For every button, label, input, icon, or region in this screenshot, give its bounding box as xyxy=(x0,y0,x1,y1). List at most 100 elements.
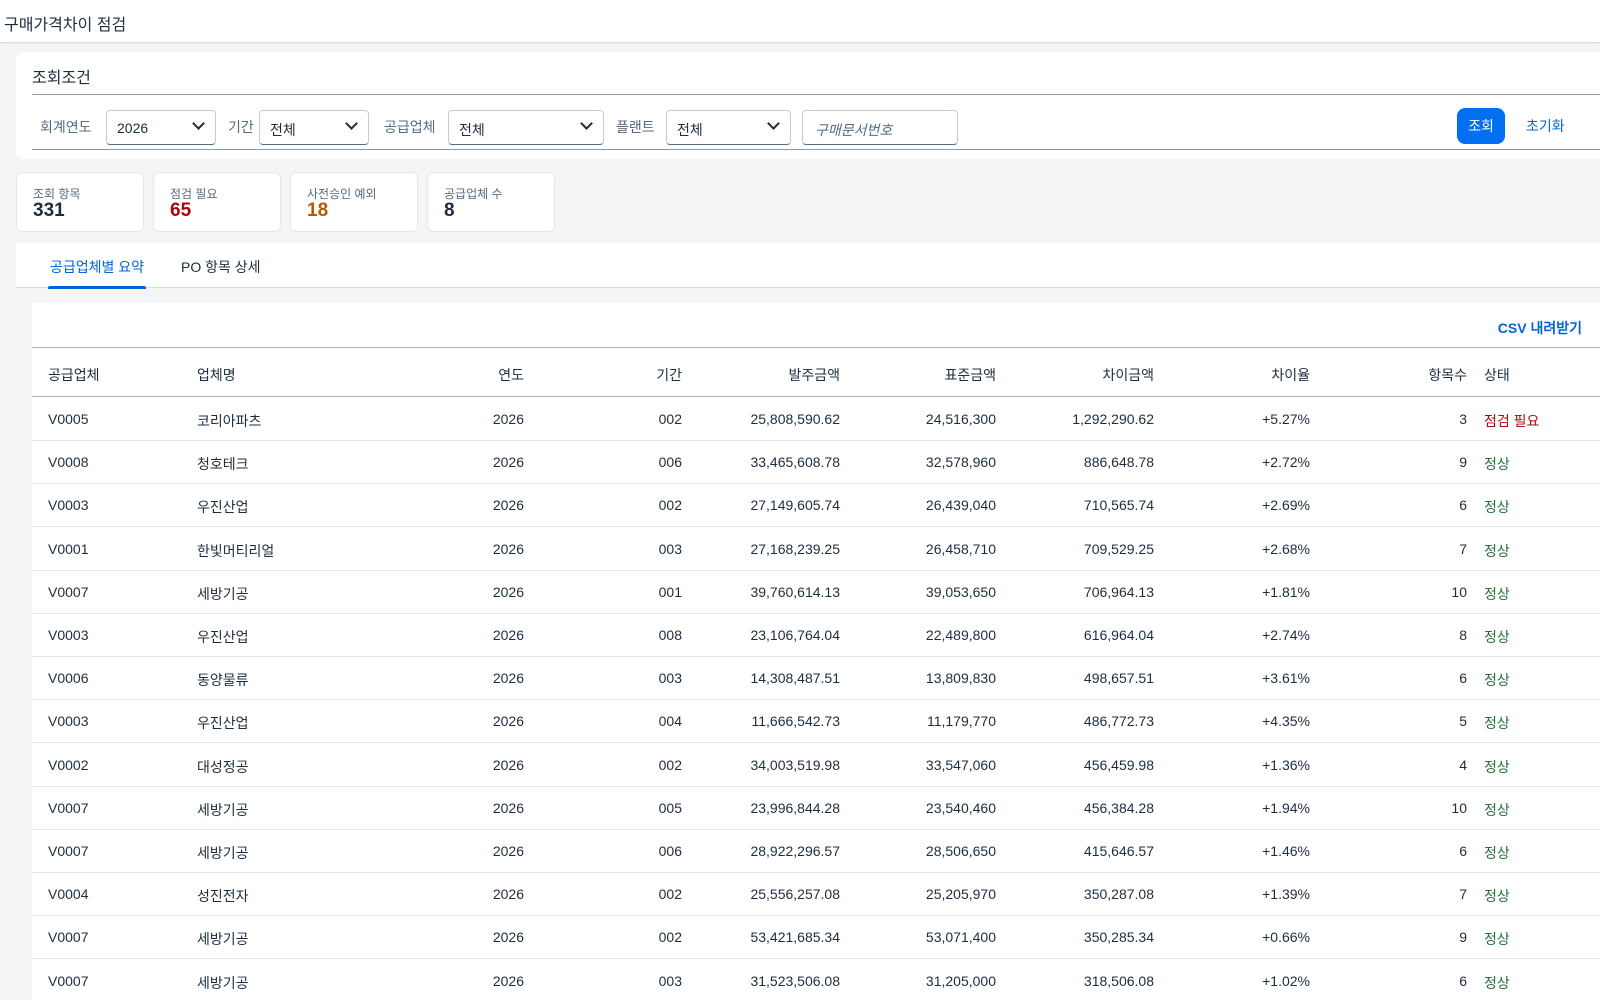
cell-supplier-name: 코리아파츠 xyxy=(197,413,262,429)
kpi-card-supplier-count: 공급업체 수 8 xyxy=(427,172,555,232)
cell-item-count: 9 xyxy=(1459,454,1467,471)
cell-item-count: 7 xyxy=(1459,540,1467,557)
cell-item-count: 5 xyxy=(1459,713,1467,730)
column-header-year[interactable]: 연도 xyxy=(444,365,524,385)
app-title: 구매가격차이 점검 xyxy=(4,17,127,34)
search-button[interactable]: 조회 xyxy=(1457,108,1505,144)
cell-supplier: V0003 xyxy=(48,713,89,730)
filter-panel-title: 조회조건 xyxy=(32,70,91,87)
cell-period: 003 xyxy=(658,540,682,557)
cell-variance-rate: +2.72% xyxy=(1262,454,1310,471)
supplier-summary-table: CSV 내려받기 공급업체 업체명 연도 기간 발주금액 표준금액 차이금액 차… xyxy=(32,303,1600,1000)
cell-supplier: V0007 xyxy=(48,799,89,816)
column-header-supplier-name[interactable]: 업체명 xyxy=(197,365,236,385)
table-row[interactable]: V0007 세방기공 2026 003 31,523,506.08 31,205,000 3… xyxy=(32,959,1600,1000)
table-row[interactable]: V0007 세방기공 2026 006 28,922,296.57 28,506,650 4… xyxy=(32,829,1600,873)
cell-supplier-name: 우진산업 xyxy=(197,629,249,645)
table-row[interactable]: V0004 성진전자 2026 002 25,556,257.08 25,205,970 3… xyxy=(32,872,1600,917)
fiscal-year-select[interactable]: 2026 xyxy=(106,110,216,145)
cell-po-amount: 27,149,605.74 xyxy=(750,497,840,514)
kpi-card-preapproved-exceptions: 사전승인 예외 18 xyxy=(290,172,418,232)
plant-value: 전체 xyxy=(677,122,703,138)
cell-item-count: 6 xyxy=(1459,843,1467,859)
cell-supplier-name: 대성정공 xyxy=(197,758,249,775)
cell-item-count: 3 xyxy=(1459,411,1467,427)
cell-supplier-name: 세방기공 xyxy=(197,974,249,991)
chevron-down-icon xyxy=(345,117,358,130)
cell-variance-amount: 706,964.13 xyxy=(1083,583,1154,600)
cell-variance-amount: 616,964.04 xyxy=(1083,627,1154,643)
table-row[interactable]: V0001 한빛머티리얼 2026 003 27,168,239.25 26,458,71… xyxy=(32,527,1600,571)
cell-year: 2026 xyxy=(492,454,524,471)
cell-supplier: V0001 xyxy=(48,540,89,557)
cell-po-amount: 14,308,487.51 xyxy=(750,670,840,687)
cell-supplier-name: 동양물류 xyxy=(197,672,249,689)
table-row[interactable]: V0002 대성정공 2026 002 34,003,519.98 33,547,060 4… xyxy=(32,743,1600,787)
cell-year: 2026 xyxy=(492,886,524,903)
cell-variance-amount: 456,384.28 xyxy=(1083,799,1154,816)
cell-standard-amount: 24,516,300 xyxy=(925,411,996,427)
column-header-standard-amount[interactable]: 표준금액 xyxy=(832,365,996,385)
cell-po-amount: 31,523,506.08 xyxy=(750,972,840,989)
cell-standard-amount: 22,489,800 xyxy=(925,627,996,643)
cell-status: 정상 xyxy=(1484,672,1510,689)
supplier-value: 전체 xyxy=(459,122,485,138)
cell-variance-rate: +4.35% xyxy=(1262,713,1310,730)
cell-variance-rate: +1.81% xyxy=(1262,583,1310,600)
table-row[interactable]: V0003 우진산업 2026 008 23,106,764.04 22,489,800 6… xyxy=(32,613,1600,657)
table-row[interactable]: V0007 세방기공 2026 001 39,760,614.13 39,053,650 7… xyxy=(32,570,1600,614)
cell-supplier: V0007 xyxy=(48,929,89,946)
cell-year: 2026 xyxy=(492,497,524,514)
cell-standard-amount: 26,439,040 xyxy=(925,497,996,514)
table-row[interactable]: V0007 세방기공 2026 002 53,421,685.34 53,071,400 3… xyxy=(32,915,1600,960)
cell-item-count: 10 xyxy=(1451,583,1467,600)
cell-item-count: 4 xyxy=(1459,756,1467,773)
table-header: 공급업체 업체명 연도 기간 발주금액 표준금액 차이금액 차이율 항목수 상태 xyxy=(32,347,1600,397)
cell-status: 정상 xyxy=(1484,974,1510,991)
po-number-input[interactable]: 구매문서번호 xyxy=(802,110,958,145)
supplier-label: 공급업체 xyxy=(384,119,436,135)
cell-period: 003 xyxy=(658,670,682,687)
cell-supplier: V0005 xyxy=(48,411,89,427)
cell-period: 002 xyxy=(658,497,682,514)
cell-variance-amount: 350,287.08 xyxy=(1083,886,1154,903)
cell-year: 2026 xyxy=(492,799,524,816)
column-header-supplier[interactable]: 공급업체 xyxy=(48,365,100,385)
cell-po-amount: 25,556,257.08 xyxy=(750,886,840,903)
cell-period: 002 xyxy=(658,411,682,427)
table-row[interactable]: V0003 우진산업 2026 004 11,666,542.73 11,179,770 4… xyxy=(32,699,1600,744)
table-row[interactable]: V0007 세방기공 2026 005 23,996,844.28 23,540,460 4… xyxy=(32,786,1600,830)
column-header-variance-rate[interactable]: 차이율 xyxy=(1152,365,1310,385)
fiscal-year-value: 2026 xyxy=(117,120,149,136)
period-select[interactable]: 전체 xyxy=(259,110,369,145)
cell-status: 정상 xyxy=(1484,456,1510,473)
cell-supplier: V0003 xyxy=(48,627,89,643)
tab-supplier-summary[interactable]: 공급업체별 요약 xyxy=(47,257,147,289)
cell-year: 2026 xyxy=(492,583,524,600)
cell-supplier: V0007 xyxy=(48,972,89,989)
cell-period: 006 xyxy=(658,843,682,859)
column-header-variance-amount[interactable]: 차이금액 xyxy=(982,365,1154,385)
column-header-period[interactable]: 기간 xyxy=(602,365,682,385)
table-row[interactable]: V0005 코리아파츠 2026 002 25,808,590.62 24,516,300… xyxy=(32,397,1600,441)
supplier-select[interactable]: 전체 xyxy=(448,110,604,145)
tab-po-item-detail[interactable]: PO 항목 상세 xyxy=(181,257,261,277)
csv-download-link[interactable]: CSV 내려받기 xyxy=(1498,318,1582,338)
reset-button[interactable]: 초기화 xyxy=(1526,108,1565,144)
column-header-po-amount[interactable]: 발주금액 xyxy=(672,365,840,385)
table-row[interactable]: V0006 동양물류 2026 003 14,308,487.51 13,809,830 4… xyxy=(32,656,1600,701)
cell-status: 정상 xyxy=(1484,931,1510,948)
cell-variance-amount: 1,292,290.62 xyxy=(1072,411,1154,427)
divider xyxy=(32,149,1600,150)
cell-status: 정상 xyxy=(1484,888,1510,905)
cell-po-amount: 33,465,608.78 xyxy=(750,454,840,471)
column-header-item-count[interactable]: 항목수 xyxy=(1362,365,1467,385)
kpi-card-review-needed: 점검 필요 65 xyxy=(153,172,281,232)
column-header-status[interactable]: 상태 xyxy=(1484,365,1510,385)
cell-variance-amount: 886,648.78 xyxy=(1083,454,1154,471)
cell-status: 정상 xyxy=(1484,715,1510,732)
table-row[interactable]: V0003 우진산업 2026 002 27,149,605.74 26,439,040 7… xyxy=(32,483,1600,528)
cell-po-amount: 28,922,296.57 xyxy=(750,843,840,859)
plant-select[interactable]: 전체 xyxy=(666,110,791,145)
table-row[interactable]: V0008 청호테크 2026 006 33,465,608.78 32,578,960 8… xyxy=(32,440,1600,485)
